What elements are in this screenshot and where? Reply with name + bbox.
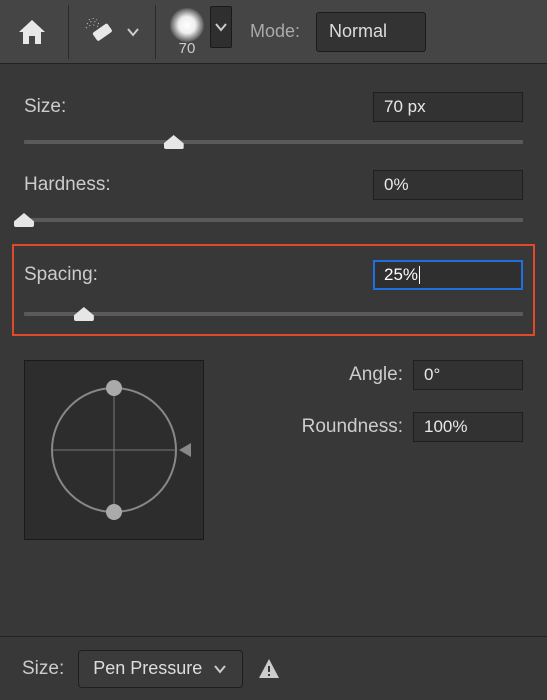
- chevron-down-icon: [212, 661, 228, 677]
- brush-preset-picker[interactable]: 70: [170, 6, 232, 57]
- size-input[interactable]: [373, 92, 523, 122]
- hardness-row: Hardness:: [24, 170, 523, 222]
- top-toolbar: 70 Mode: Normal: [0, 0, 547, 64]
- angle-label: Angle:: [349, 364, 403, 386]
- bottom-bar: Size: Pen Pressure: [0, 636, 547, 700]
- angle-input[interactable]: [413, 360, 523, 390]
- hardness-input[interactable]: [373, 170, 523, 200]
- hardness-label: Hardness:: [24, 174, 111, 196]
- angle-roundness-section: Angle: Roundness:: [24, 360, 523, 540]
- size-label: Size:: [24, 96, 66, 118]
- brush-tool-picker[interactable]: [83, 14, 141, 50]
- text-caret: [419, 266, 420, 284]
- chevron-down-icon: [125, 24, 141, 40]
- angle-circle-icon: [29, 365, 199, 535]
- roundness-label: Roundness:: [302, 416, 403, 438]
- home-icon: [17, 18, 47, 46]
- dynamics-size-label: Size:: [22, 658, 64, 680]
- brush-preview-size: 70: [179, 40, 196, 57]
- brush-settings-panel: Size: Hardness: Spacing: 25%: [0, 64, 547, 550]
- spacing-slider-thumb[interactable]: [74, 307, 94, 321]
- hardness-slider-thumb[interactable]: [14, 213, 34, 227]
- mode-value: Normal: [329, 21, 387, 42]
- roundness-input[interactable]: [413, 412, 523, 442]
- spacing-label: Spacing:: [24, 264, 98, 286]
- spacing-row: Spacing: 25%: [24, 260, 523, 316]
- home-button[interactable]: [10, 10, 54, 54]
- warning-icon: [257, 657, 281, 681]
- spacing-slider[interactable]: [24, 312, 523, 316]
- size-slider[interactable]: [24, 140, 523, 144]
- mode-label: Mode:: [250, 21, 300, 42]
- hardness-slider[interactable]: [24, 218, 523, 222]
- spacing-highlight: Spacing: 25%: [12, 244, 535, 336]
- spacing-input[interactable]: 25%: [373, 260, 523, 290]
- chevron-down-icon: [213, 19, 229, 35]
- size-row: Size:: [24, 92, 523, 144]
- separator: [155, 5, 156, 59]
- mode-dropdown[interactable]: Normal: [316, 12, 426, 52]
- size-dynamics-dropdown[interactable]: Pen Pressure: [78, 650, 243, 688]
- eraser-icon: [83, 14, 119, 50]
- brush-preview-icon: [170, 8, 204, 42]
- brush-angle-widget[interactable]: [24, 360, 204, 540]
- size-dynamics-value: Pen Pressure: [93, 658, 202, 679]
- separator: [68, 5, 69, 59]
- spacing-value: 25%: [384, 265, 418, 285]
- brush-preset-dropdown[interactable]: [210, 6, 232, 48]
- size-slider-thumb[interactable]: [164, 135, 184, 149]
